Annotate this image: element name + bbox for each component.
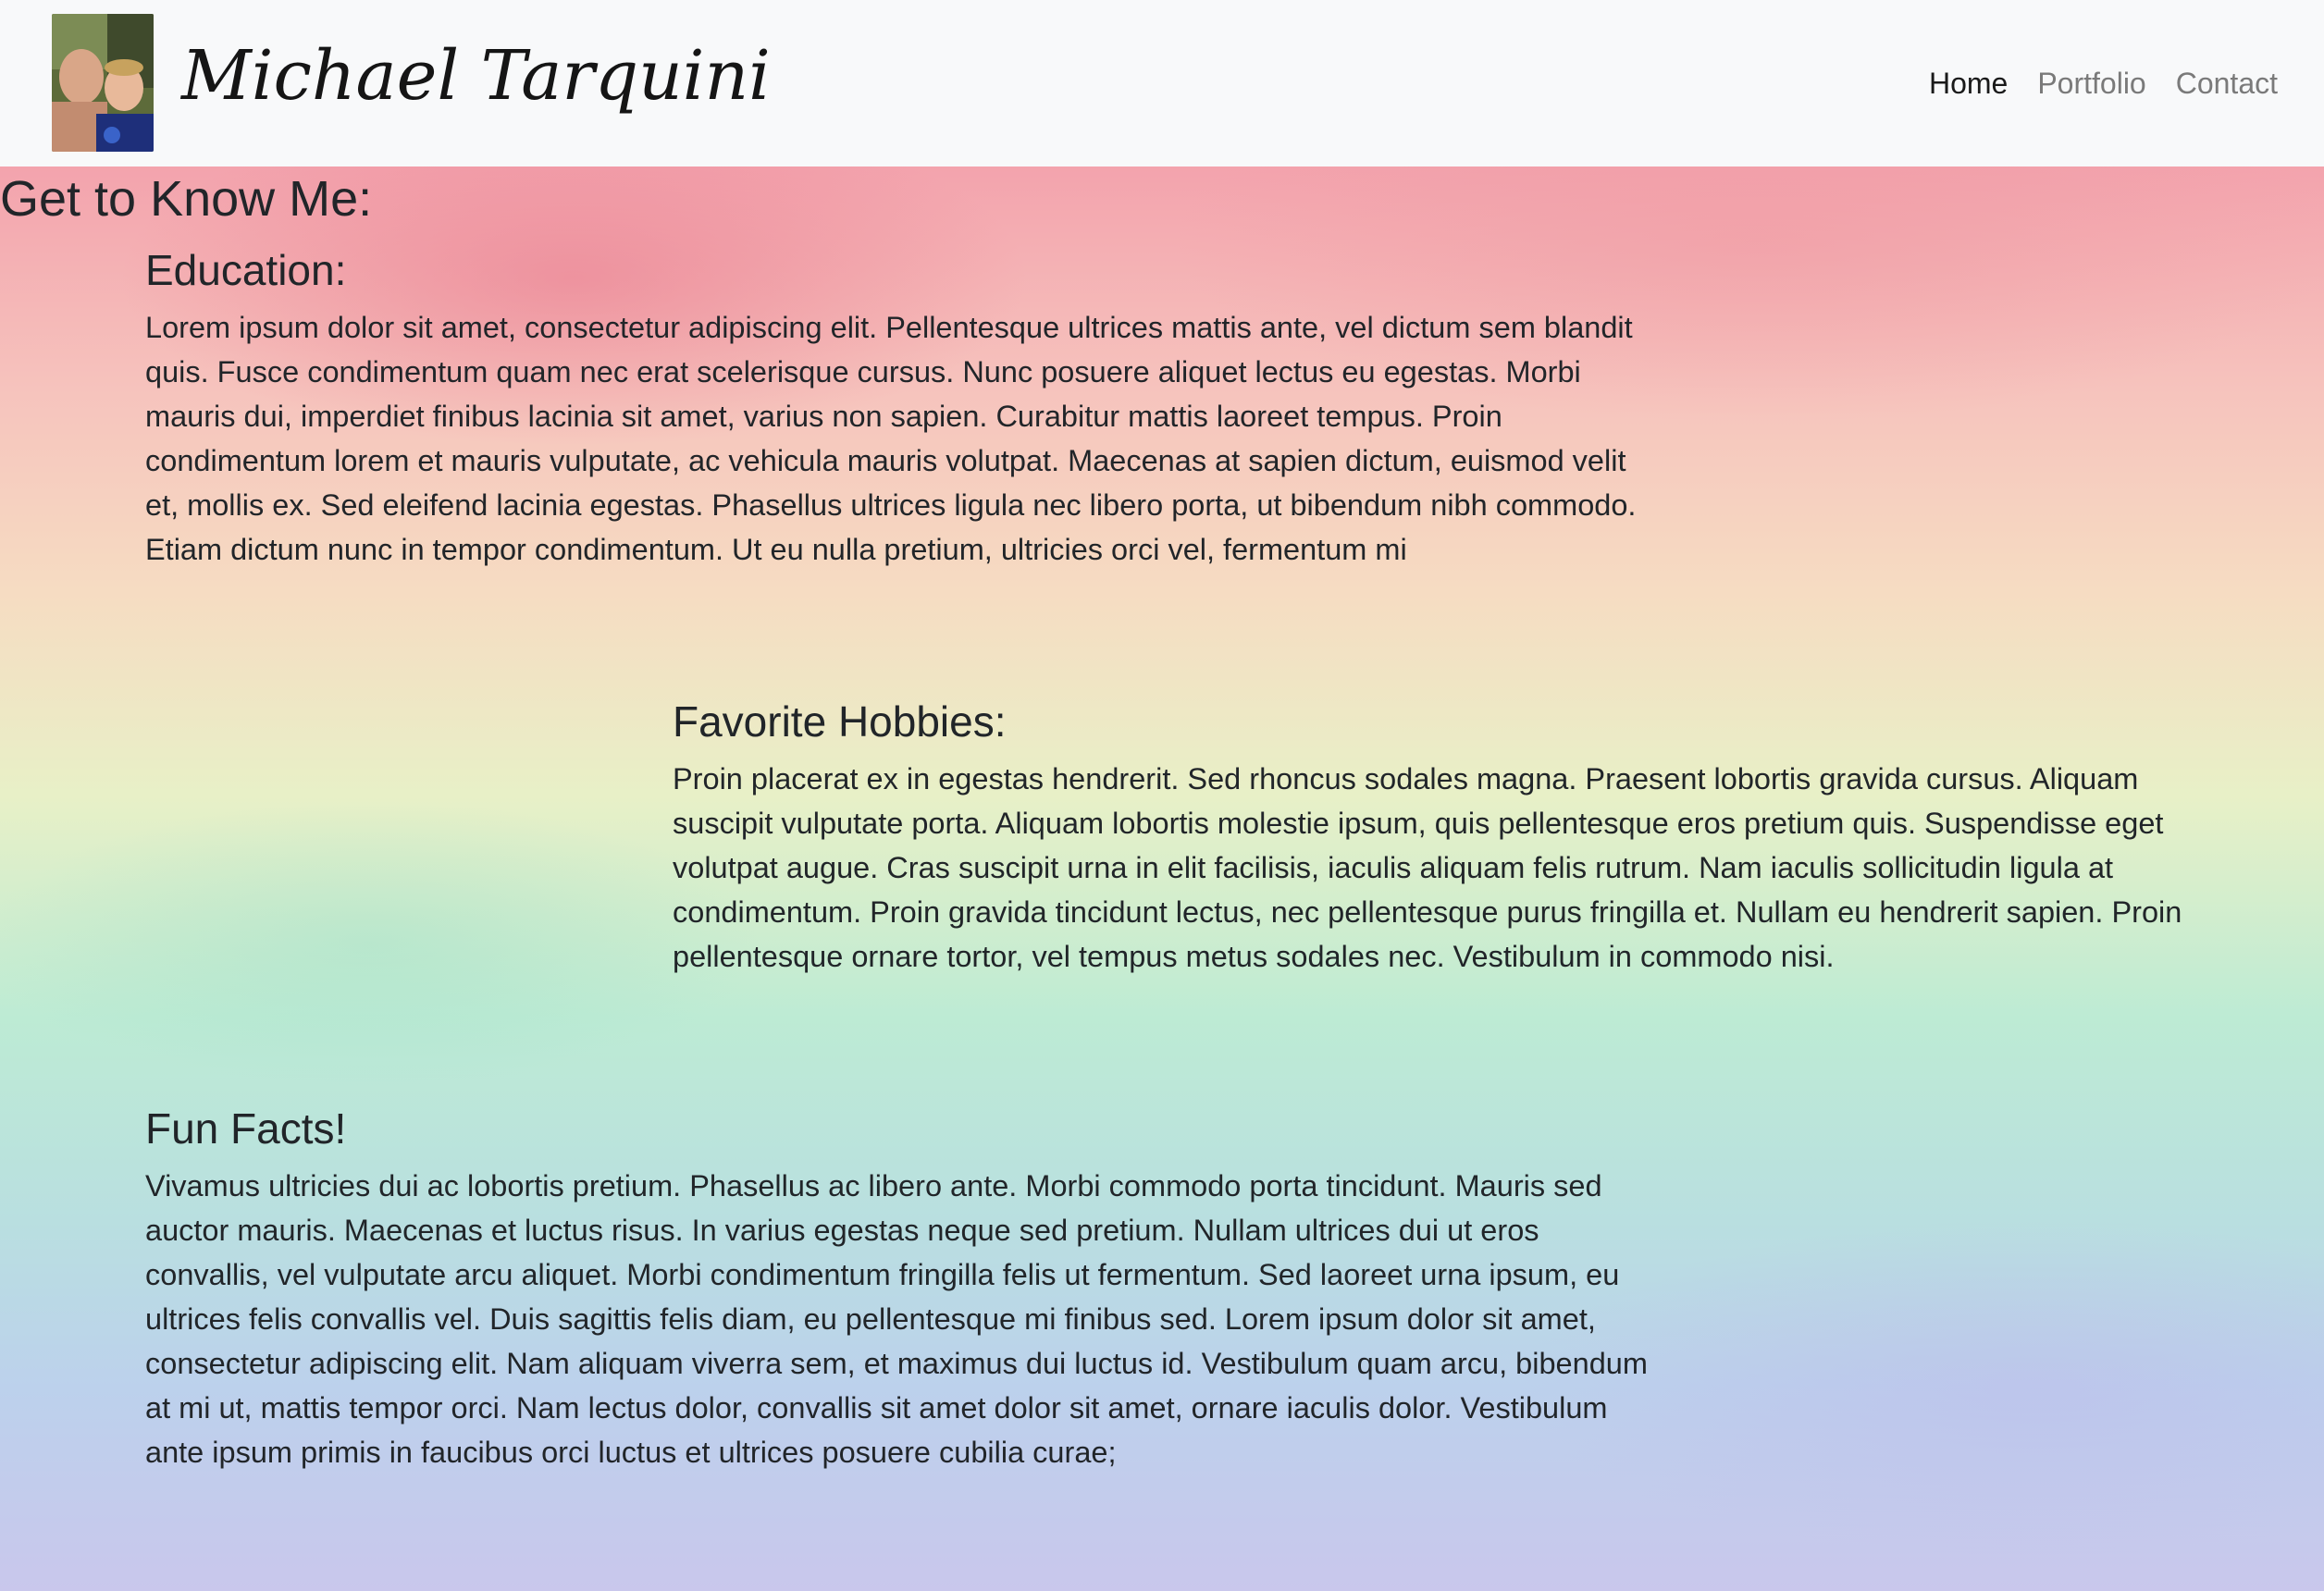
nav-home-link[interactable]: Home [1929,56,2008,111]
hobbies-heading: Favorite Hobbies: [673,697,1007,746]
fun-facts-section: Fun Facts! Vivamus ultricies dui ac lobo… [145,1099,1663,1474]
education-heading: Education: [145,246,347,294]
education-section: Education: Lorem ipsum dolor sit amet, c… [145,240,1663,572]
avatar-photo [52,14,154,152]
fun-facts-heading: Fun Facts! [145,1104,347,1153]
education-text: Lorem ipsum dolor sit amet, consectetur … [145,311,1637,566]
main-nav: Home Portfolio Contact [1929,56,2278,111]
fun-facts-text: Vivamus ultricies dui ac lobortis pretiu… [145,1169,1648,1469]
hobbies-text: Proin placerat ex in egestas hendrerit. … [673,762,2182,973]
navbar: Michael Tarquini Home Portfolio Contact [0,0,2324,166]
nav-contact-link[interactable]: Contact [2176,56,2278,111]
hobbies-section: Favorite Hobbies: Proin placerat ex in e… [673,692,2199,979]
brand-name[interactable]: Michael Tarquini [181,20,771,131]
nav-portfolio-link[interactable]: Portfolio [2037,56,2145,111]
avatar[interactable] [52,14,154,152]
page-title: Get to Know Me: [0,171,373,227]
